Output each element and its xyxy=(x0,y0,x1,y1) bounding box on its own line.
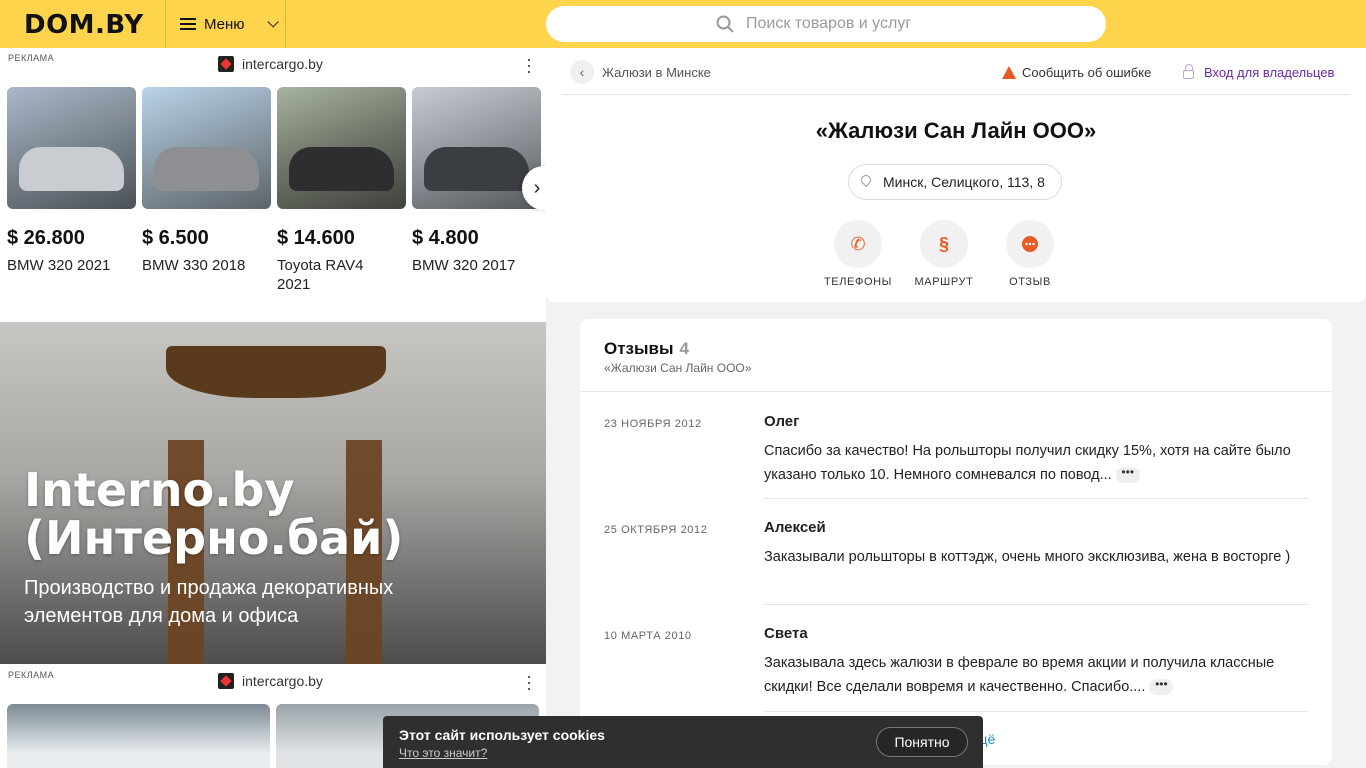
chat-icon xyxy=(1006,220,1054,268)
map-pin-icon xyxy=(858,172,874,188)
expand-more-button[interactable]: ••• xyxy=(1149,678,1174,696)
ad-card[interactable]: $ 26.800 BMW 320 2021 xyxy=(7,87,136,294)
promo-title-line: (Интерно.бай) xyxy=(24,511,404,565)
reviews-panel: Отзывы 4 «Жалюзи Сан Лайн ООО» 23 НОЯБРЯ … xyxy=(580,319,1332,765)
divider xyxy=(580,391,1332,392)
ad-label: РЕКЛАМА xyxy=(8,53,55,63)
card-model: BMW 320 2021 xyxy=(7,257,111,274)
owners-login-link[interactable]: Вход для владельцев xyxy=(1183,64,1335,80)
ad-source-label: intercargo.by xyxy=(242,673,323,689)
ad-block[interactable]: РЕКЛАМА intercargo.by · · · $ 26.800 BMW 3… xyxy=(0,48,552,321)
ad-cards: $ 26.800 BMW 320 2021 $ 6.500 BMW 330 20… xyxy=(7,87,541,294)
card-model: BMW 320 2017 xyxy=(412,257,516,274)
owners-login-label: Вход для владельцев xyxy=(1204,65,1335,80)
card-model: Toyota RAV4 2021 xyxy=(277,257,364,293)
menu-label: Меню xyxy=(204,15,245,33)
intercargo-logo-icon xyxy=(218,56,234,72)
card-price: $ 14.600 xyxy=(277,227,355,249)
chevron-down-icon xyxy=(267,16,279,28)
card-model: BMW 330 2018 xyxy=(142,257,246,274)
ad-card[interactable]: $ 6.500 BMW 330 2018 xyxy=(142,87,271,294)
warning-icon xyxy=(1002,66,1016,79)
ad-label: РЕКЛАМА xyxy=(8,670,55,680)
review-text: Заказывали рольшторы в коттэдж, очень мн… xyxy=(764,549,1291,565)
hamburger-icon xyxy=(180,18,196,30)
reviews-subtitle: «Жалюзи Сан Лайн ООО» xyxy=(604,361,752,375)
more-options-icon[interactable]: · · · xyxy=(524,667,534,697)
search-bar[interactable] xyxy=(546,6,1106,42)
chevron-right-icon: › xyxy=(533,176,541,199)
phones-button[interactable]: ✆ ТЕЛЕФОНЫ xyxy=(818,220,898,288)
promo-title-line: Interno.by xyxy=(24,463,295,517)
company-card: ‹ Жалюзи в Минске Сообщить об ошибке Вхо… xyxy=(546,48,1366,302)
card-price: $ 4.800 xyxy=(412,227,479,249)
review-date: 10 МАРТА 2010 xyxy=(604,630,692,642)
promo-banner[interactable]: Interno.by (Интерно.бай) Производство и … xyxy=(0,322,546,664)
review-label: ОТЗЫВ xyxy=(1009,276,1051,288)
divider xyxy=(764,498,1308,499)
car-image xyxy=(7,87,136,209)
site-logo[interactable]: DOM.BY xyxy=(24,10,144,40)
review-date: 23 НОЯБРЯ 2012 xyxy=(604,418,702,430)
review-text: Спасибо за качество! На рольшторы получи… xyxy=(764,439,1294,487)
search-icon xyxy=(716,15,734,33)
decor-arch xyxy=(166,346,386,398)
promo-title: Interno.by (Интерно.бай) xyxy=(24,466,403,562)
reviews-count: 4 xyxy=(679,339,689,358)
route-icon: § xyxy=(920,220,968,268)
report-error-label: Сообщить об ошибке xyxy=(1022,65,1152,80)
search-input[interactable] xyxy=(746,15,936,33)
reviews-title-label: Отзывы xyxy=(604,339,674,358)
review-text-content: Заказывала здесь жалюзи в феврале во вре… xyxy=(764,655,1275,695)
divider xyxy=(764,604,1308,605)
review-author: Олег xyxy=(764,413,800,430)
intercargo-logo-icon xyxy=(218,673,234,689)
car-image xyxy=(142,87,271,209)
menu-button[interactable]: Меню xyxy=(165,0,286,48)
address-label: Минск, Селицкого, 113, 8 xyxy=(883,174,1045,190)
cookie-info-link[interactable]: Что это значит? xyxy=(399,746,487,760)
ad-source[interactable]: intercargo.by xyxy=(218,56,323,72)
review-author: Алексей xyxy=(764,519,826,536)
cookie-title: Этот сайт использует cookies xyxy=(399,727,605,743)
cookie-accept-button[interactable]: Понятно xyxy=(876,727,968,757)
phones-label: ТЕЛЕФОНЫ xyxy=(823,276,892,288)
review-text: Заказывала здесь жалюзи в феврале во вре… xyxy=(764,651,1294,699)
expand-more-button[interactable]: ••• xyxy=(1115,466,1140,484)
divider xyxy=(764,711,1308,712)
reviews-title: Отзывы 4 xyxy=(604,339,689,359)
review-text-content: Спасибо за качество! На рольшторы получи… xyxy=(764,443,1291,483)
card-price: $ 6.500 xyxy=(142,227,209,249)
divider xyxy=(562,94,1350,95)
review-date: 25 ОКТЯБРЯ 2012 xyxy=(604,524,708,536)
car-image[interactable] xyxy=(7,704,270,768)
review-author: Света xyxy=(764,625,808,642)
review-button[interactable]: ОТЗЫВ xyxy=(990,220,1070,288)
chevron-left-icon: ‹ xyxy=(579,64,585,80)
route-button[interactable]: § МАРШРУТ xyxy=(904,220,984,288)
cookie-banner: Этот сайт использует cookies Что это зна… xyxy=(383,716,983,768)
header: DOM.BY Меню xyxy=(0,0,1366,48)
company-title: «Жалюзи Сан Лайн ООО» xyxy=(815,118,1097,143)
breadcrumb[interactable]: Жалюзи в Минске xyxy=(602,65,711,80)
ad-source-label: intercargo.by xyxy=(242,56,323,72)
card-price: $ 26.800 xyxy=(7,227,85,249)
more-options-icon[interactable]: · · · xyxy=(524,50,534,80)
lock-icon xyxy=(1183,64,1194,79)
ad-card[interactable]: $ 14.600 Toyota RAV4 2021 xyxy=(277,87,406,294)
address-button[interactable]: Минск, Селицкого, 113, 8 xyxy=(848,164,1062,200)
back-button[interactable]: ‹ xyxy=(570,60,594,84)
route-label: МАРШРУТ xyxy=(914,276,974,288)
report-error-link[interactable]: Сообщить об ошибке xyxy=(1002,65,1151,80)
ad-source[interactable]: intercargo.by xyxy=(218,673,323,689)
car-image xyxy=(277,87,406,209)
phone-icon: ✆ xyxy=(834,220,882,268)
left-column: РЕКЛАМА intercargo.by · · · $ 26.800 BMW 3… xyxy=(0,48,552,768)
promo-subtitle: Производство и продажа декоративных элем… xyxy=(24,577,394,627)
